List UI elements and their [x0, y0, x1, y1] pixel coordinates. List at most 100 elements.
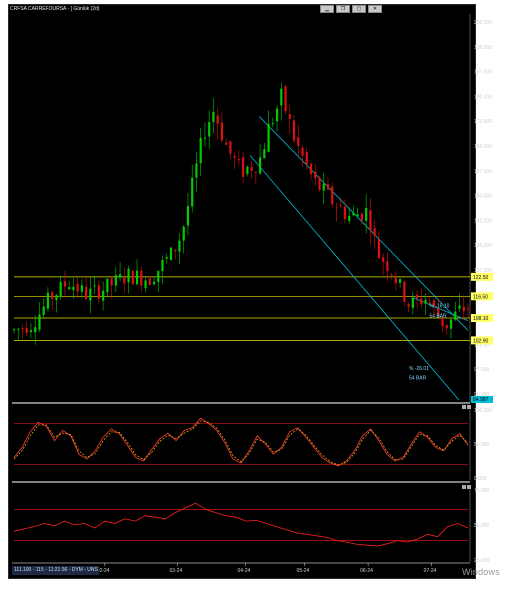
y-tick-label: 202.500 — [474, 20, 492, 26]
panel-button[interactable] — [467, 485, 471, 489]
restore-button[interactable]: ❐ — [336, 5, 350, 13]
chart-canvas[interactable]: 202.500 195.000 187.500 180.000 172.500 165.0… — [0, 0, 507, 592]
price-level-label: 102.90 — [473, 338, 489, 344]
y-tick-label: 180.000 — [474, 94, 492, 100]
candle-body — [148, 278, 151, 285]
y-tick-label: 75.000 — [474, 488, 490, 494]
candle-body — [352, 212, 355, 216]
candle-body — [403, 281, 406, 302]
candle-body — [140, 270, 143, 286]
candle-body — [157, 270, 160, 282]
candle-body — [454, 311, 457, 320]
candle-body — [411, 297, 414, 308]
candle-body — [114, 275, 117, 286]
candle-body — [85, 286, 88, 299]
y-tick-label: 50.000 — [474, 523, 490, 529]
candle-body — [233, 155, 236, 158]
candle-body — [72, 286, 75, 291]
candle-body — [305, 152, 308, 165]
window-controls: ▁ ❐ ▢ ✕ — [320, 5, 382, 13]
candle-body — [127, 268, 130, 283]
candle-body — [182, 226, 185, 241]
minimize-button[interactable]: ▁ — [320, 5, 334, 13]
candle-body — [186, 206, 190, 226]
panel-button[interactable] — [467, 405, 471, 409]
price-level-label: 108.10 — [473, 316, 489, 322]
candle-body — [131, 270, 134, 285]
candle-body — [445, 324, 448, 329]
candle-body — [63, 281, 67, 287]
x-tick-label: 06-24 — [360, 568, 373, 574]
y-tick-label: 50.000 — [474, 442, 490, 448]
oscillator-panel: 100.000 50.000 0.000 — [12, 405, 492, 483]
candle-body — [161, 260, 164, 272]
price-level-label: 122.50 — [473, 275, 489, 281]
status-bar: 111.100 - 115 - 11:21:36 - DYM - UNS — [12, 566, 99, 575]
rsi-panel: 75.000 50.000 25.000 — [13, 485, 490, 564]
channel-label: % -26.01 — [409, 366, 429, 372]
candle-body — [356, 214, 359, 217]
candle-body — [394, 277, 397, 284]
candle-body — [68, 287, 71, 290]
candle-body — [123, 277, 126, 284]
panel-controls — [462, 405, 471, 489]
candle-body — [449, 319, 453, 329]
candle-body — [216, 115, 219, 124]
candle-body — [280, 88, 283, 106]
candle-body — [458, 305, 461, 309]
candle-body — [152, 281, 156, 285]
candle-body — [135, 270, 139, 285]
y-tick-label: 195.000 — [474, 45, 492, 51]
candle-body — [34, 327, 37, 333]
candle-body — [21, 328, 24, 330]
regression-channel — [249, 116, 469, 401]
y-tick-label: 25.000 — [474, 558, 490, 564]
candle-body — [407, 304, 410, 307]
candle-body — [144, 280, 147, 289]
candle-body — [348, 215, 351, 221]
candle-body — [275, 108, 279, 122]
candle-body — [424, 299, 427, 304]
candle-body — [174, 249, 177, 252]
rsi-guides — [14, 509, 468, 541]
candle-body — [462, 306, 465, 312]
candle-body — [263, 149, 266, 159]
candle-body — [309, 163, 313, 175]
price-panel: 202.500 195.000 187.500 180.000 172.500 165.0… — [12, 14, 493, 404]
candle-body — [377, 239, 380, 259]
indicator-line — [13, 417, 469, 467]
candle-body — [191, 177, 194, 207]
candle-body — [80, 285, 83, 292]
candle-body — [301, 147, 304, 156]
x-axis-ticks: 02-24 03-24 04-24 05-24 06-24 07-24 — [97, 563, 437, 574]
osc-guides — [14, 423, 468, 465]
candle-body — [343, 206, 347, 220]
candle-body — [212, 111, 215, 123]
candle-body — [382, 257, 385, 262]
price-level-labels: 122.50 116.50 108.10 102.90 84.997 — [471, 272, 493, 403]
candle-body — [415, 294, 419, 299]
candle-body — [106, 278, 109, 293]
y-tick-label: 150.000 — [474, 194, 492, 200]
candle-body — [250, 166, 253, 171]
maximize-button[interactable]: ▢ — [352, 5, 366, 13]
panel-button[interactable] — [462, 485, 466, 489]
candle-body — [267, 123, 270, 152]
candle-body — [93, 285, 96, 287]
channel-lower-line — [249, 155, 460, 401]
candle-body — [195, 163, 198, 178]
candle-body — [25, 327, 28, 334]
candle-body — [199, 137, 202, 164]
candle-body — [29, 330, 33, 332]
panel-button[interactable] — [462, 405, 466, 409]
candle-body — [118, 274, 122, 278]
candle-body — [42, 306, 45, 315]
candle-body — [242, 157, 245, 177]
candle-body — [46, 292, 50, 309]
price-level-label: 116.50 — [473, 294, 488, 300]
y-tick-label: 142.500 — [474, 218, 492, 224]
close-button[interactable]: ✕ — [368, 5, 382, 13]
os-watermark: Windows — [462, 567, 500, 577]
window-title: CRFSA CARREFOURSA - [ Günlük (2d) — [10, 6, 100, 12]
candle-body — [225, 142, 228, 145]
